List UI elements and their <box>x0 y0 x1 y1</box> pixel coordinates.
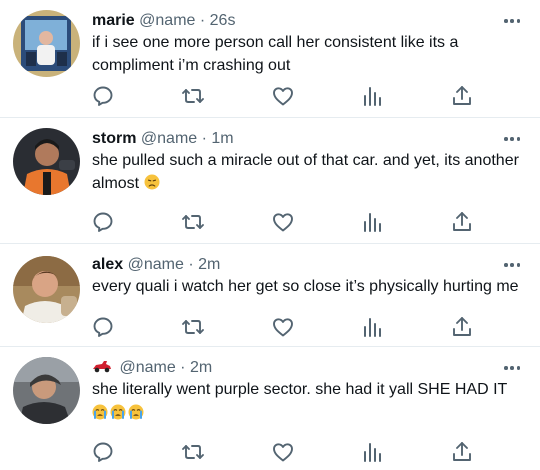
retweet-icon[interactable] <box>181 315 205 339</box>
race-car-icon <box>92 358 112 374</box>
analytics-icon[interactable] <box>360 440 384 464</box>
tweet-text: she literally went purple sector. she ha… <box>92 378 532 425</box>
tweet-text-line: compliment i’m crashing out <box>92 57 291 74</box>
username[interactable]: @name <box>128 256 184 273</box>
display-name[interactable]: alex <box>92 256 123 273</box>
share-icon[interactable] <box>450 210 474 234</box>
crying-face-emoji-icon <box>128 404 144 420</box>
reply-icon[interactable] <box>91 440 115 464</box>
tweet[interactable]: alex @name · 2m every quali i watch her … <box>0 244 540 347</box>
tweet-text: she pulled such a miracle out of that ca… <box>92 149 532 195</box>
tweet-text: every quali i watch her get so close it’… <box>92 275 532 298</box>
retweet-icon[interactable] <box>181 210 205 234</box>
tweet-text-line: she pulled such a miracle out of that ca… <box>92 152 519 169</box>
tweet-header: alex @name · 2m <box>92 255 220 275</box>
avatar[interactable] <box>13 357 80 424</box>
heart-icon[interactable] <box>271 210 295 234</box>
analytics-icon[interactable] <box>360 315 384 339</box>
username[interactable]: @name <box>141 130 197 147</box>
share-icon[interactable] <box>450 440 474 464</box>
tweet-text-line: almost <box>92 172 532 195</box>
reply-icon[interactable] <box>91 84 115 108</box>
crying-face-emoji-icon <box>110 404 126 420</box>
heart-icon[interactable] <box>271 440 295 464</box>
action-bar <box>0 315 540 339</box>
tweet[interactable]: @name · 2m she literally went purple sec… <box>0 347 540 470</box>
heart-icon[interactable] <box>271 315 295 339</box>
analytics-icon[interactable] <box>360 84 384 108</box>
more-icon[interactable] <box>504 13 520 29</box>
separator-dot: · <box>201 130 207 147</box>
analytics-icon[interactable] <box>360 210 384 234</box>
crying-face-emoji-icon <box>92 404 108 420</box>
tweet-header: storm @name · 1m <box>92 129 234 149</box>
separator-dot: · <box>199 12 206 29</box>
retweet-icon[interactable] <box>181 440 205 464</box>
more-icon[interactable] <box>504 257 520 273</box>
tweet-text: if i see one more person call her consis… <box>92 31 532 77</box>
separator-dot: · <box>180 359 186 376</box>
timestamp[interactable]: 2m <box>190 359 212 376</box>
username[interactable]: @name <box>119 359 175 376</box>
display-name[interactable]: storm <box>92 130 136 147</box>
action-bar <box>0 440 540 464</box>
avatar[interactable] <box>13 10 80 77</box>
tweet-text-line: she literally went purple sector. she ha… <box>92 381 508 398</box>
tweet-header: marie @name · 26s <box>92 11 235 31</box>
more-icon[interactable] <box>504 131 520 147</box>
reply-icon[interactable] <box>91 315 115 339</box>
action-bar <box>0 210 540 234</box>
separator-dot: · <box>188 256 194 273</box>
timestamp[interactable]: 2m <box>198 256 220 273</box>
display-name[interactable]: marie <box>92 12 135 29</box>
avatar[interactable] <box>13 256 80 323</box>
tweet-header: @name · 2m <box>92 358 212 378</box>
avatar[interactable] <box>13 128 80 195</box>
username[interactable]: @name <box>139 12 195 29</box>
share-icon[interactable] <box>450 315 474 339</box>
retweet-icon[interactable] <box>181 84 205 108</box>
tweet-text-line: if i see one more person call her consis… <box>92 34 459 51</box>
disappointed-face-emoji-icon <box>144 174 160 190</box>
tweet[interactable]: storm @name · 1m she pulled such a mirac… <box>0 118 540 244</box>
action-bar <box>0 84 540 108</box>
tweet-text-line: every quali i watch her get so close it’… <box>92 278 519 295</box>
more-icon[interactable] <box>504 360 520 376</box>
heart-icon[interactable] <box>271 84 295 108</box>
timestamp[interactable]: 1m <box>211 130 233 147</box>
timestamp[interactable]: 26s <box>210 12 236 29</box>
tweet[interactable]: marie @name · 26s if i see one more pers… <box>0 0 540 118</box>
reply-icon[interactable] <box>91 210 115 234</box>
tweet-text-fragment: almost <box>92 175 144 192</box>
share-icon[interactable] <box>450 84 474 108</box>
tweet-emoji-line <box>92 402 532 425</box>
